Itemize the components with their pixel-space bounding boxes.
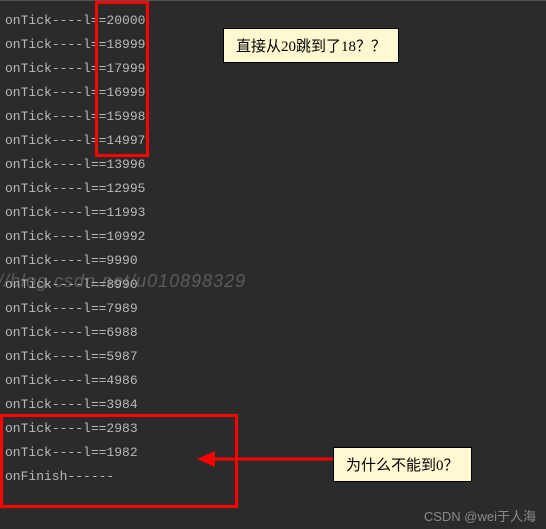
log-line: onTick----l==11993: [5, 201, 541, 225]
console-log-area: onTick----l==20000 onTick----l==18999 on…: [0, 1, 546, 494]
footer-credit: CSDN @wei于人海: [424, 506, 536, 525]
log-line: onTick----l==5987: [5, 345, 541, 369]
callout-bottom: 为什么不能到0？: [333, 447, 472, 482]
log-line: onTick----l==6988: [5, 321, 541, 345]
callout-top: 直接从20跳到了18？？: [223, 28, 399, 63]
log-line: onTick----l==15998: [5, 105, 541, 129]
log-line: onTick----l==12995: [5, 177, 541, 201]
log-line: onTick----l==16999: [5, 81, 541, 105]
log-line: onTick----l==7989: [5, 297, 541, 321]
log-line: onTick----l==9990: [5, 249, 541, 273]
log-line: onTick----l==8990: [5, 273, 541, 297]
log-line: onTick----l==10992: [5, 225, 541, 249]
log-line: onTick----l==13996: [5, 153, 541, 177]
log-line: onTick----l==4986: [5, 369, 541, 393]
log-line: onTick----l==2983: [5, 417, 541, 441]
log-line: onTick----l==14997: [5, 129, 541, 153]
log-line: onTick----l==3984: [5, 393, 541, 417]
